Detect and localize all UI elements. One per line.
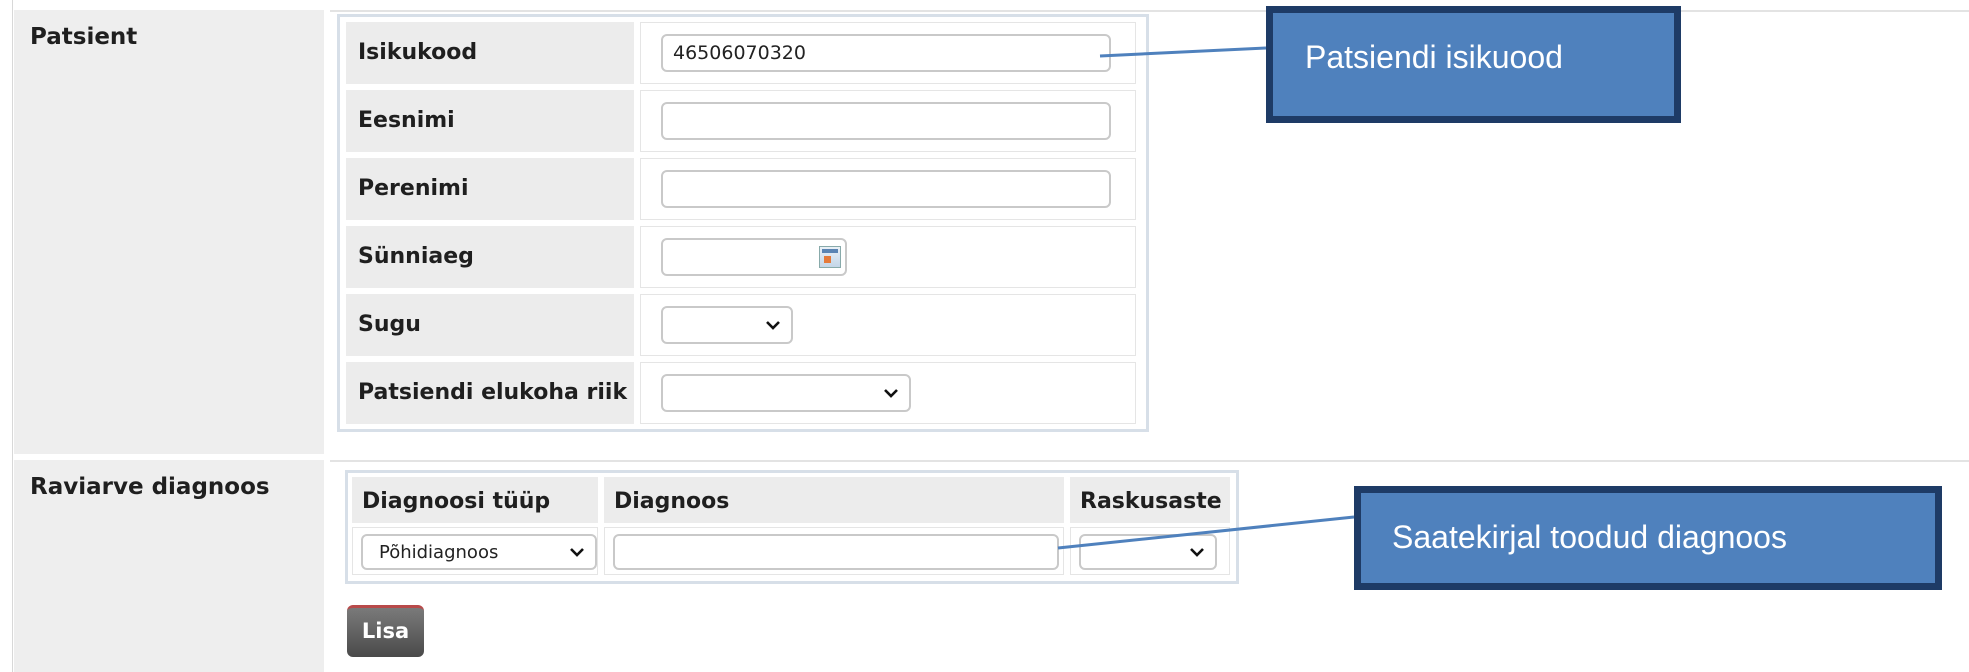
column-header-diagnosis-label: Diagnoos xyxy=(614,489,730,514)
form-row-eesnimi: Eesnimi xyxy=(346,90,1142,152)
form-row-country: Patsiendi elukoha riik xyxy=(346,362,1142,424)
diagnosis-type-value: Põhidiagnoos xyxy=(379,542,499,563)
birthdate-input[interactable] xyxy=(661,238,847,276)
label-cell: Perenimi xyxy=(346,158,634,220)
value-cell xyxy=(640,294,1136,356)
field-label-synniaeg: Sünniaeg xyxy=(358,244,474,269)
form-row-isikukood: Isikukood xyxy=(346,22,1142,84)
value-cell xyxy=(640,226,1136,288)
page-frame-line xyxy=(12,0,13,672)
form-row-perenimi: Perenimi xyxy=(346,158,1142,220)
add-button[interactable]: Lisa xyxy=(347,605,424,657)
label-cell: Patsiendi elukoha riik xyxy=(346,362,634,424)
field-label-country: Patsiendi elukoha riik xyxy=(358,380,628,405)
severity-select[interactable] xyxy=(1079,534,1217,570)
cell-diagnosis-type: Põhidiagnoos xyxy=(352,527,598,575)
chevron-down-icon xyxy=(766,321,780,330)
chevron-down-icon xyxy=(884,389,898,398)
field-label-perenimi: Perenimi xyxy=(358,176,469,201)
callout-diagnosis-text: Saatekirjal toodud diagnoos xyxy=(1392,519,1787,555)
diagnosis-section-label-cell: Raviarve diagnoos xyxy=(14,460,324,672)
gender-select[interactable] xyxy=(661,306,793,344)
column-header-type: Diagnoosi tüüp xyxy=(352,477,598,523)
field-label-eesnimi: Eesnimi xyxy=(358,108,455,133)
diagnosis-section-title: Raviarve diagnoos xyxy=(30,474,270,500)
perenimi-input[interactable] xyxy=(661,170,1111,208)
label-cell: Sugu xyxy=(346,294,634,356)
value-cell xyxy=(640,22,1136,84)
cell-diagnosis xyxy=(604,527,1064,575)
value-cell xyxy=(640,362,1136,424)
field-label-sugu: Sugu xyxy=(358,312,421,337)
column-header-diagnosis: Diagnoos xyxy=(604,477,1064,523)
column-header-type-label: Diagnoosi tüüp xyxy=(362,489,551,514)
patient-form: Isikukood Eesnimi Perenimi Sünniaeg xyxy=(337,14,1149,432)
form-row-sugu: Sugu xyxy=(346,294,1142,356)
eesnimi-input[interactable] xyxy=(661,102,1111,140)
field-label-isikukood: Isikukood xyxy=(358,40,478,65)
diagnosis-input[interactable] xyxy=(613,534,1059,570)
calendar-icon[interactable] xyxy=(819,246,841,268)
value-cell xyxy=(640,90,1136,152)
country-select[interactable] xyxy=(661,374,911,412)
cell-severity xyxy=(1070,527,1230,575)
chevron-down-icon xyxy=(570,548,584,557)
diagnosis-type-select[interactable]: Põhidiagnoos xyxy=(361,534,597,570)
form-row-synniaeg: Sünniaeg xyxy=(346,226,1142,288)
isikukood-input[interactable] xyxy=(661,34,1111,72)
label-cell: Sünniaeg xyxy=(346,226,634,288)
patient-section-title: Patsient xyxy=(30,24,138,50)
patient-section-label-cell: Patsient xyxy=(14,10,324,454)
label-cell: Isikukood xyxy=(346,22,634,84)
column-header-severity-label: Raskusaste xyxy=(1080,489,1222,514)
callout-personal-code-text: Patsiendi isikuood xyxy=(1305,39,1563,75)
callout-diagnosis: Saatekirjal toodud diagnoos xyxy=(1354,486,1942,590)
callout-personal-code: Patsiendi isikuood xyxy=(1266,6,1681,123)
value-cell xyxy=(640,158,1136,220)
column-header-severity: Raskusaste xyxy=(1070,477,1230,523)
diagnosis-table: Diagnoosi tüüp Diagnoos Raskusaste Põhid… xyxy=(345,470,1239,584)
label-cell: Eesnimi xyxy=(346,90,634,152)
chevron-down-icon xyxy=(1190,548,1204,557)
